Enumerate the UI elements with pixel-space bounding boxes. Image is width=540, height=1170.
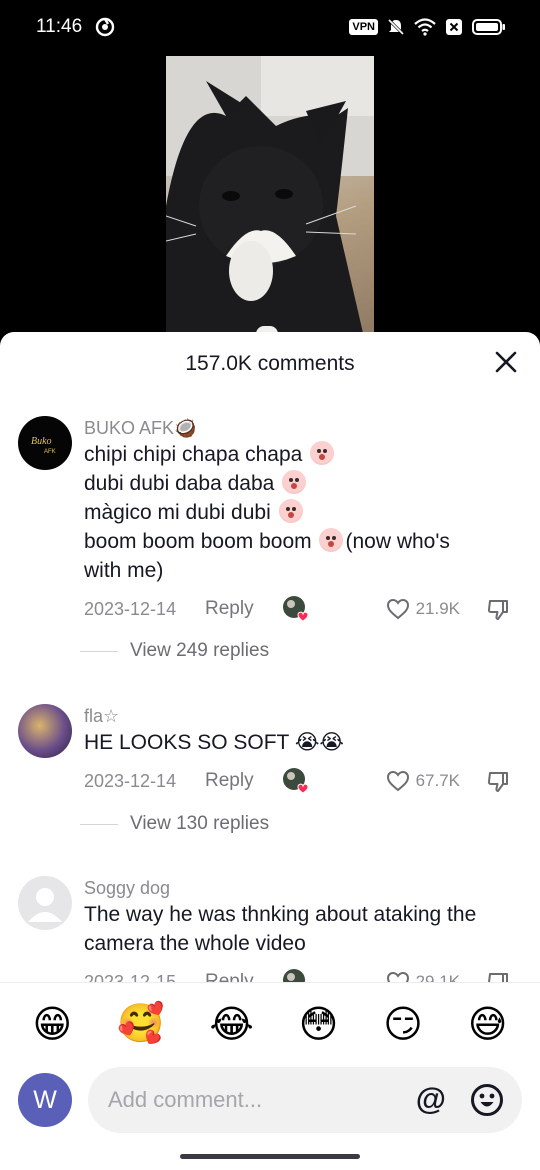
comment-line: (now who's (345, 530, 450, 553)
status-icons: VPN (349, 17, 506, 37)
mention-button[interactable]: @ (416, 1082, 446, 1116)
shocked-face-icon (278, 499, 303, 523)
heart-icon (386, 770, 409, 792)
hearts-face-emoji-button[interactable]: 🥰 (117, 1001, 164, 1046)
like-button[interactable]: 29.1K (386, 971, 460, 982)
comment-meta: 2023-12-14 Reply 21.9K (84, 595, 510, 625)
shocked-face-icon (310, 441, 335, 465)
comments-sheet: 157.0K comments Buko AFK BUKO AFK🥥 chipi… (0, 332, 540, 1170)
creator-liked-icon (283, 768, 309, 794)
comment-body: fla☆ HE LOOKS SO SOFT 😭😭 2023-12-14 Repl… (84, 704, 510, 797)
comment-line: dubi dubi daba daba (84, 472, 275, 495)
comment-date: 2023-12-15 (84, 972, 177, 982)
comment-text: The way he was thnking about ataking the… (84, 903, 477, 955)
comment-line: boom boom boom boom (84, 530, 312, 553)
comment-date: 2023-12-14 (84, 771, 177, 791)
buko-logo: Buko AFK (31, 436, 56, 455)
comment-username[interactable]: BUKO AFK🥥 (84, 416, 510, 440)
view-replies-label: View 130 replies (130, 813, 270, 834)
like-button[interactable]: 67.7K (386, 770, 460, 792)
tears-of-joy-emoji-button[interactable]: 😂 (209, 1002, 253, 1046)
status-time: 11:46 (36, 16, 83, 37)
comment-meta: 2023-12-14 Reply 67.7K (84, 767, 510, 797)
shocked-face-icon (319, 528, 344, 552)
comment-input-container[interactable]: @ (88, 1067, 522, 1133)
svg-text:Buko: Buko (31, 436, 52, 447)
sim-off-icon (446, 19, 462, 35)
grin-emoji-button[interactable]: 😁 (32, 1002, 72, 1046)
comment-line: chipi chipi chapa chapa (84, 443, 303, 466)
heart-icon (386, 598, 409, 620)
svg-text:AFK: AFK (44, 449, 56, 455)
comment-body: BUKO AFK🥥 chipi chipi chapa chapa dubi d… (84, 416, 510, 625)
user-avatar[interactable] (18, 876, 72, 930)
flushed-emoji-button[interactable]: 😳 (299, 1002, 339, 1046)
comments-header: 157.0K comments (0, 332, 540, 396)
divider (80, 650, 118, 652)
like-button[interactable]: 21.9K (386, 598, 460, 620)
smirk-emoji-button[interactable]: 😏 (383, 1002, 423, 1046)
status-bar: 11:46 VPN (0, 0, 540, 56)
like-count: 29.1K (415, 972, 460, 982)
quick-emoji-bar: 😁 🥰 😂 😳 😏 😅 (0, 982, 540, 1064)
reply-button[interactable]: Reply (205, 598, 254, 620)
wifi-icon (414, 18, 436, 36)
sweat-smile-emoji-button[interactable]: 😅 (468, 1002, 508, 1046)
comment-line: màgico mi dubi dubi (84, 501, 271, 524)
view-replies-button[interactable]: View 249 replies (80, 640, 269, 662)
mute-icon (387, 18, 405, 36)
video-player[interactable] (0, 56, 540, 346)
default-avatar-icon (28, 888, 62, 922)
kitten-video-thumbnail[interactable] (166, 56, 374, 346)
dislike-icon[interactable] (486, 971, 510, 982)
user-avatar[interactable] (18, 704, 72, 758)
user-avatar[interactable]: Buko AFK (18, 416, 72, 470)
vpn-icon: VPN (349, 19, 378, 35)
comment-input[interactable] (108, 1067, 398, 1133)
dislike-icon[interactable] (486, 770, 510, 794)
divider (80, 823, 118, 825)
comment-composer: W @ (0, 1064, 540, 1144)
comment-username[interactable]: fla☆ (84, 704, 510, 728)
view-replies-button[interactable]: View 130 replies (80, 813, 269, 835)
kitten-illustration (166, 56, 374, 346)
heart-icon (386, 971, 409, 982)
battery-icon (472, 19, 505, 35)
emoji-picker-icon[interactable] (470, 1083, 504, 1117)
comments-count-title: 157.0K comments (185, 352, 355, 375)
like-count: 67.7K (415, 771, 460, 790)
comments-list[interactable]: Buko AFK BUKO AFK🥥 chipi chipi chapa cha… (0, 396, 540, 982)
reply-button[interactable]: Reply (205, 971, 254, 982)
like-count: 21.9K (415, 599, 460, 618)
creator-liked-icon (283, 596, 309, 622)
creator-liked-icon (283, 969, 305, 982)
view-replies-label: View 249 replies (130, 640, 270, 661)
comment-text: HE LOOKS SO SOFT 😭😭 (84, 731, 344, 754)
comment-date: 2023-12-14 (84, 599, 177, 619)
my-avatar[interactable]: W (18, 1073, 72, 1127)
comment-body: Soggy dog The way he was thnking about a… (84, 876, 510, 982)
comment-meta: 2023-12-15 Reply 29.1K (84, 968, 510, 982)
close-icon[interactable] (494, 350, 518, 374)
app-notification-icon (95, 17, 115, 37)
comment-line: with me) (84, 559, 164, 582)
home-indicator (180, 1154, 360, 1159)
comment-username[interactable]: Soggy dog (84, 876, 510, 900)
comment-text: chipi chipi chapa chapa dubi dubi daba d… (84, 440, 510, 585)
reply-button[interactable]: Reply (205, 770, 254, 792)
dislike-icon[interactable] (486, 598, 510, 622)
shocked-face-icon (282, 470, 307, 494)
